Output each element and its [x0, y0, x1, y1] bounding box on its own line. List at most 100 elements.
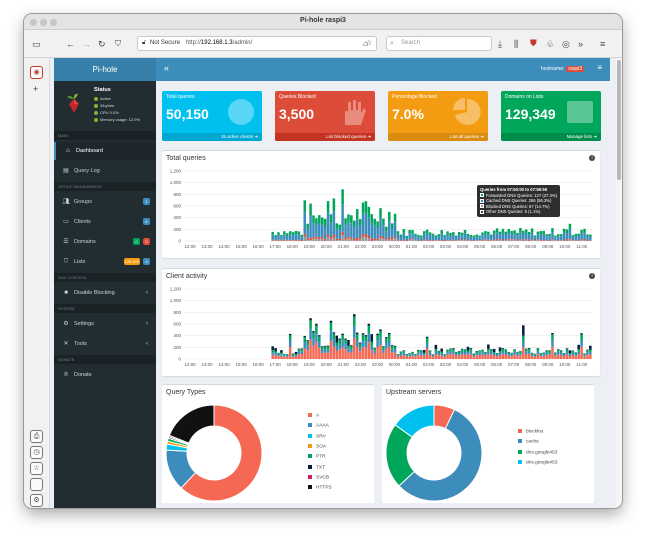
header-menu-icon[interactable]: ≡ [597, 63, 602, 72]
stat-footer-link[interactable]: Manage lists ➔ [501, 133, 601, 141]
chart-bar [530, 353, 534, 355]
legend-item[interactable]: HTTPS [308, 485, 332, 491]
sidebar-item-query-log[interactable]: ▤ Query Log [54, 162, 156, 180]
legend-item[interactable]: blocklist [518, 429, 543, 435]
legend-item[interactable]: dns.google#53 [518, 459, 557, 466]
collapse-sidebar-icon[interactable]: « [164, 63, 169, 73]
overflow-icon[interactable]: » [578, 39, 583, 49]
chevron-left-icon: ‹ [146, 290, 148, 296]
history-icon[interactable]: ◷ [30, 446, 43, 459]
sidebar-item-donate[interactable]: ℗ Donate [54, 366, 156, 384]
new-tab-icon[interactable]: + [33, 84, 38, 94]
reload-icon[interactable]: ↻ [98, 39, 106, 49]
download-icon[interactable]: ⤓ [498, 39, 502, 49]
sidebar-item-disable-blocking[interactable]: ■ Disable Blocking ‹ [54, 284, 156, 302]
chart-bar [335, 240, 339, 241]
chart-bar [277, 354, 280, 357]
pihole-tab-icon[interactable]: ◉ [30, 66, 43, 79]
brand-logo-text[interactable]: Pi-hole [54, 58, 156, 81]
x-tick-label: 03:00 [440, 362, 452, 367]
page-scrollbar[interactable] [616, 58, 622, 508]
legend-item[interactable]: PTR [308, 454, 326, 460]
account-icon[interactable]: ◎ [562, 39, 570, 49]
sidebar-item-dashboard[interactable]: ⌂ Dashboard [54, 142, 156, 160]
library-icon[interactable]: ⫼ [514, 39, 518, 49]
chart-bar [565, 351, 569, 354]
chart-bar [440, 233, 443, 240]
legend-item[interactable]: AAAA [308, 423, 329, 429]
chart-bar [542, 355, 545, 359]
shield-icon[interactable]: ⛉ [115, 39, 121, 49]
sidebar-item-clients[interactable]: ▭ Clients 6 [54, 213, 156, 231]
chart-bar [297, 351, 301, 355]
paypal-icon: ℗ [63, 372, 69, 378]
app-menu-icon[interactable]: ≡ [600, 39, 605, 49]
donut-slice[interactable] [168, 404, 215, 444]
globe-icon [228, 99, 254, 125]
chart-bar [382, 218, 385, 226]
chart-bar [271, 240, 274, 241]
chart-bar [309, 328, 312, 340]
legend-item[interactable]: cache [518, 439, 539, 445]
chart-bar [274, 353, 277, 356]
chart-bar [487, 348, 490, 352]
chart-bar [385, 338, 388, 343]
chart-bar [420, 354, 423, 359]
client-activity-chart[interactable]: 1,200 1,000 800 600 400 200 012:00 13:00 14:00 15… [162, 269, 600, 377]
chart-bar [487, 231, 490, 235]
x-tick-label: 02:00 [423, 244, 435, 249]
sidebar-item-domains[interactable]: ☰ Domains 0 0 [54, 233, 156, 251]
sidebar-item-lists[interactable]: ⛉ Lists 129,349 3 [54, 253, 156, 271]
chart-bar [379, 344, 382, 359]
chart-bar [320, 217, 324, 225]
sidebar-item-groups[interactable]: 👥︎ Groups 1 [54, 193, 156, 211]
extensions-icon[interactable]: ♧ [546, 39, 554, 49]
chart-bar [379, 217, 382, 236]
stat-footer-link[interactable]: List blocked queries ➔ [275, 133, 375, 141]
chart-bar [414, 235, 417, 240]
chart-bar [326, 236, 330, 241]
chart-bar [554, 355, 557, 359]
chart-bar [425, 233, 429, 240]
chart-bar [539, 353, 543, 355]
upstream-servers-chart[interactable] [382, 385, 594, 504]
chart-bar [455, 352, 458, 354]
chart-bar [504, 351, 508, 355]
chart-bar [516, 352, 519, 354]
forward-icon[interactable]: → [82, 39, 91, 49]
chart-bar [396, 231, 400, 235]
back-icon[interactable]: ← [66, 39, 75, 49]
chart-bar [364, 341, 368, 348]
chart-bar [303, 348, 306, 359]
legend-item[interactable]: SOA [308, 443, 326, 450]
chart-bar [382, 237, 385, 239]
synced-tabs-icon[interactable]: ⎙ [30, 430, 43, 443]
chart-bar [513, 349, 516, 352]
sidebar-toggle-icon[interactable]: ▭ [32, 39, 41, 49]
chart-bar [539, 356, 543, 359]
page-icon[interactable] [30, 478, 43, 491]
chart-bar [353, 220, 356, 228]
stat-footer-link[interactable]: List all queries ➔ [388, 133, 488, 141]
legend-item[interactable]: SRV [308, 433, 326, 440]
address-bar[interactable]: 🔓︎ Not Secure http://192.168.1.3/admin/ ☆ [137, 36, 377, 51]
chart-bar [422, 231, 426, 235]
search-input[interactable]: Search [386, 36, 492, 51]
customize-icon[interactable]: ⚙ [30, 494, 43, 507]
shield-icon: ⛉ [63, 259, 69, 265]
chart-bar [524, 239, 528, 240]
chart-bar [434, 235, 438, 238]
legend-item[interactable]: dns.google#53 [518, 449, 557, 456]
legend-item[interactable]: SVCB [308, 474, 329, 481]
stat-footer-link[interactable]: 15 active clients ➔ [162, 133, 262, 141]
chart-bar [589, 351, 592, 355]
legend-item[interactable]: TXT [308, 464, 325, 471]
home-icon[interactable]: ⌂ [363, 39, 368, 49]
sidebar-item-tools[interactable]: ✕ Tools ‹ [54, 335, 156, 353]
ublock-icon[interactable]: ⛊ [530, 38, 537, 48]
query-types-chart[interactable] [162, 385, 374, 504]
chart-bar [554, 235, 557, 238]
bookmarks-icon[interactable]: ☆ [30, 462, 43, 475]
legend-item[interactable]: A [308, 413, 319, 419]
sidebar-item-settings[interactable]: ⚙ Settings ‹ [54, 315, 156, 333]
